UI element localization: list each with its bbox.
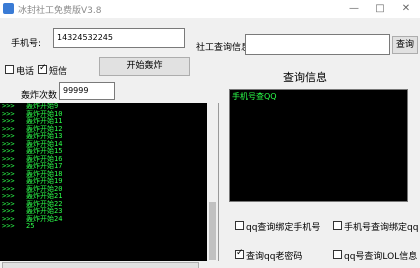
phone-bind-qq-label: 手机号查询绑定qq bbox=[344, 223, 419, 233]
console-line-text: 轰炸开始19 bbox=[26, 177, 63, 185]
qq-old-password-label: 查询qq老密码 bbox=[246, 252, 303, 262]
console-line-text: 轰炸开始21 bbox=[26, 192, 63, 200]
console-prompt: >>> bbox=[2, 222, 15, 230]
console-line-text: 轰炸开始9 bbox=[26, 103, 59, 110]
qq-old-password-checkbox[interactable] bbox=[235, 248, 244, 259]
console-line-text: 轰炸开始17 bbox=[26, 162, 63, 170]
console-scrollbar[interactable] bbox=[207, 103, 218, 261]
results-panel: 手机号查QQ bbox=[229, 89, 408, 202]
bottom-button[interactable] bbox=[2, 262, 199, 268]
sms-checkbox[interactable] bbox=[38, 63, 47, 74]
results-text: 手机号查QQ bbox=[232, 92, 277, 101]
count-label: 轰炸次数 bbox=[21, 91, 58, 101]
console-line: >>> 25 bbox=[0, 222, 208, 231]
social-query-input[interactable] bbox=[245, 34, 390, 55]
results-heading: 查询信息 bbox=[283, 71, 327, 84]
qq-lol-info-label: qq号查询LOL信息 bbox=[344, 252, 418, 262]
close-icon[interactable]: ✕ bbox=[392, 0, 420, 18]
phone-input[interactable]: 14324532245 bbox=[53, 28, 185, 48]
qq-lol-info-checkbox[interactable] bbox=[333, 250, 342, 259]
sms-label: 短信 bbox=[49, 67, 68, 77]
social-query-label: 社工查询信息 bbox=[196, 43, 251, 53]
qq-bind-phone-label: qq查询绑定手机号 bbox=[246, 223, 321, 233]
console-line-text: 轰炸开始23 bbox=[26, 207, 63, 215]
app-icon bbox=[3, 3, 14, 14]
minimize-icon[interactable]: — bbox=[340, 0, 368, 18]
count-input[interactable]: 99999 bbox=[59, 82, 115, 100]
console-line-text: 轰炸开始11 bbox=[26, 117, 63, 125]
window-title: 冰封社工免费版V3.8 bbox=[18, 6, 102, 16]
start-bomb-button[interactable]: 开始轰炸 bbox=[99, 57, 190, 76]
query-button[interactable]: 查询 bbox=[392, 36, 418, 54]
console-log: >>> 轰炸开始9 >>> 轰炸开始10 >>> 轰炸开始11 >>> 轰炸开始12 >>> 轰炸… bbox=[0, 103, 219, 261]
phone-call-checkbox[interactable] bbox=[5, 65, 14, 74]
phone-label: 手机号: bbox=[11, 39, 42, 49]
console-line-text: 25 bbox=[26, 222, 35, 230]
console-line-text: 轰炸开始13 bbox=[26, 132, 63, 140]
phone-bind-qq-checkbox[interactable] bbox=[333, 221, 342, 230]
console-lines: >>> 轰炸开始9 >>> 轰炸开始10 >>> 轰炸开始11 >>> 轰炸开始12 >>> 轰炸… bbox=[0, 103, 208, 231]
console-line-text: 轰炸开始15 bbox=[26, 147, 63, 155]
phone-call-label: 电话 bbox=[16, 67, 35, 77]
maximize-icon[interactable]: □ bbox=[366, 0, 394, 18]
title-bar: 冰封社工免费版V3.8 — □ ✕ bbox=[0, 0, 420, 18]
qq-bind-phone-checkbox[interactable] bbox=[235, 221, 244, 230]
console-scroll-thumb[interactable] bbox=[209, 202, 216, 260]
